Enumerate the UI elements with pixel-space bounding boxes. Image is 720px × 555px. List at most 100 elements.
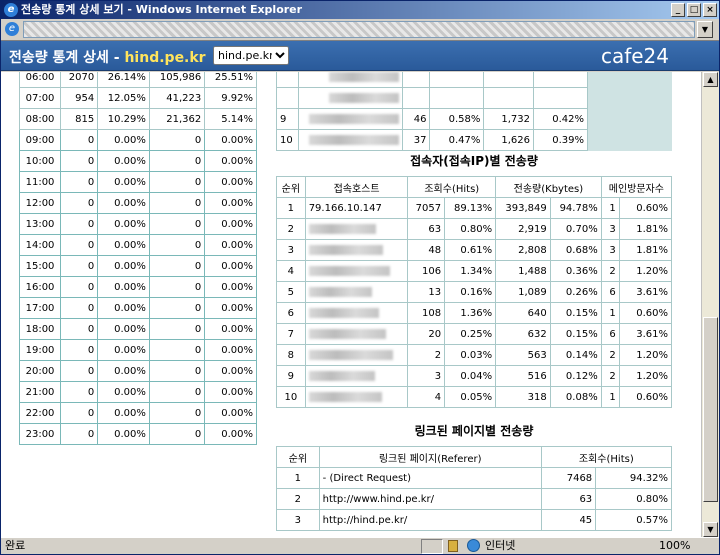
table-cell: 0 (60, 276, 99, 298)
table-cell: 0.00% (204, 360, 257, 382)
table-row: 10 4 0.05% 318 0.08% 1 0.60% (276, 386, 673, 408)
table-cell: 9.92% (204, 87, 257, 109)
table-cell: 318 (495, 386, 551, 408)
redacted-text (329, 72, 399, 82)
table-cell: 0.00% (97, 150, 150, 172)
table-cell: 7 (276, 323, 306, 345)
table-cell: 0.47% (429, 129, 485, 151)
table-cell: 3.61% (618, 281, 673, 303)
table-cell (298, 108, 403, 130)
table-cell (298, 87, 403, 109)
table-cell: 0.00% (97, 402, 150, 424)
scroll-down-icon[interactable]: ▼ (703, 522, 718, 537)
table-cell: 0.00% (97, 213, 150, 235)
table-cell: 13:00 (18, 213, 62, 235)
table-cell: 1 (276, 197, 306, 219)
close-button[interactable]: × (703, 3, 717, 17)
table-cell: 2 (276, 218, 306, 240)
table-cell: 0 (60, 318, 99, 340)
site-select[interactable]: hind.pe.kr (213, 46, 289, 65)
table-cell: 0 (60, 297, 99, 319)
column-header: 접속호스트 (304, 176, 409, 198)
table-row: 09:00 0 0.00% 0 0.00% (18, 129, 257, 151)
host-cell (304, 260, 409, 282)
table-cell: 0.00% (97, 360, 150, 382)
table-cell: 21:00 (18, 381, 62, 403)
table-row: 14:00 0 0.00% 0 0.00% (18, 234, 257, 256)
refs-section-title: 링크된 페이지별 전송량 (414, 424, 534, 438)
table-cell: 1.20% (618, 344, 673, 366)
scroll-up-icon[interactable]: ▲ (703, 72, 718, 87)
host-cell: 79.166.10.147 (304, 197, 409, 219)
table-cell: 2 (276, 488, 320, 510)
hourly-table: 06:00 2070 26.14% 105,986 25.51% 07:00 954 12.0… (18, 72, 257, 445)
table-row: 16:00 0 0.00% 0 0.00% (18, 276, 257, 298)
zoom-level[interactable]: 100% (659, 538, 690, 554)
table-cell: 3 (407, 365, 446, 387)
table-cell: 0 (148, 360, 206, 382)
table-cell: 0.14% (549, 344, 602, 366)
browser-window: e 전송량 통계 상세 보기 - Windows Internet Explor… (0, 0, 720, 555)
site-name: hind.pe.kr (124, 50, 206, 66)
referer-cell: - (Direct Request) (318, 467, 542, 489)
table-row: 13:00 0 0.00% 0 0.00% (18, 213, 257, 235)
table-cell: 0.00% (97, 234, 150, 256)
column-header: 순위 (276, 446, 320, 468)
table-cell: 1,732 (483, 108, 535, 130)
table-cell: 0 (60, 255, 99, 277)
referer-table: 순위 링크된 페이지(Referer) 조회수(Hits) 1- (Direct R… (276, 446, 673, 531)
table-cell: 8 (276, 344, 306, 366)
vertical-scrollbar[interactable]: ▲ ▼ (701, 72, 719, 537)
table-row: 3 48 0.61% 2,808 0.68% 3 1.81% (276, 239, 673, 261)
table-cell: 0.00% (204, 150, 257, 172)
table-cell: 0.04% (444, 365, 497, 387)
table-cell: 0.08% (549, 386, 602, 408)
table-cell: 563 (495, 344, 551, 366)
redacted-text (309, 134, 399, 145)
maximize-button[interactable]: □ (687, 3, 701, 17)
table-cell: 393,849 (495, 197, 551, 219)
table-cell: 0.12% (549, 365, 602, 387)
table-cell: 1,626 (483, 129, 535, 151)
host-cell (304, 323, 409, 345)
address-field[interactable] (23, 21, 695, 38)
table-cell: 19:00 (18, 339, 62, 361)
table-cell: 18:00 (18, 318, 62, 340)
table-cell: 0.00% (204, 339, 257, 361)
address-dropdown-icon[interactable]: ▼ (697, 21, 713, 38)
redacted-text (308, 244, 383, 255)
table-row: 07:00 954 12.05% 41,223 9.92% (18, 87, 257, 109)
table-cell: 3 (600, 239, 620, 261)
table-cell: 0.58% (429, 108, 485, 130)
table-cell: 640 (495, 302, 551, 324)
column-header: 조회수(Hits) (407, 176, 497, 198)
table-cell: 0.70% (549, 218, 602, 240)
table-cell (533, 87, 588, 109)
table-cell: 0 (148, 381, 206, 403)
host-cell (304, 386, 409, 408)
table-cell: 0 (148, 213, 206, 235)
table-cell: 4 (407, 386, 446, 408)
scroll-thumb[interactable] (703, 317, 718, 502)
status-text: 완료 (5, 539, 26, 552)
table-cell: 0.15% (549, 302, 602, 324)
table-cell: 0.00% (204, 213, 257, 235)
page-header: 전송량 통계 상세 - hind.pe.kr hind.pe.kr cafe24 (1, 41, 719, 71)
table-cell: 0.61% (444, 239, 497, 261)
table-cell: 06:00 (18, 72, 62, 88)
table-cell: 0.00% (204, 402, 257, 424)
status-bar: 완료 인터넷 100% (1, 537, 719, 554)
table-row: 3 http://hind.pe.kr/45 0.57% (276, 509, 672, 531)
table-cell: 2,808 (495, 239, 551, 261)
table-cell: 15:00 (18, 255, 62, 277)
table-cell: 0.00% (204, 318, 257, 340)
table-cell: 0.60% (618, 302, 673, 324)
minimize-button[interactable]: _ (671, 3, 685, 17)
table-cell: 0 (148, 276, 206, 298)
table-cell: 3 (276, 509, 320, 531)
table-cell: 4 (276, 260, 306, 282)
table-cell: 0 (60, 381, 99, 403)
hosts-table: 순위 접속호스트 조회수(Hits) 전송량(Kbytes) 메인방문자수 1 79.16… (276, 176, 673, 408)
table-cell: 0 (60, 129, 99, 151)
host-cell (304, 218, 409, 240)
